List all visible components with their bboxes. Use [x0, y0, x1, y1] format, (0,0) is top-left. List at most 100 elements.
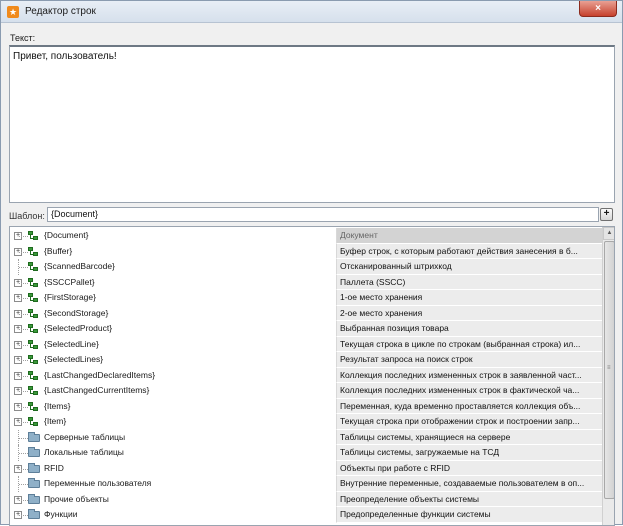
- tree-row-name-cell[interactable]: + {LastChangedDeclaredItems}: [10, 368, 335, 384]
- tree-row-name-cell[interactable]: + RFID: [10, 461, 335, 477]
- tree-row[interactable]: Локальные таблицы Таблицы системы, загруж…: [10, 445, 602, 461]
- tree-row-description: Коллекция последних измененных строк в ф…: [336, 383, 602, 399]
- tree-row-name-cell[interactable]: + Функции: [10, 507, 335, 523]
- tree-row-label: {Items}: [44, 400, 71, 411]
- tree-row-description: Паллета (SSCC): [336, 274, 602, 290]
- tree-row-description: Отсканированный штрихкод: [336, 259, 602, 275]
- string-editor-window: ★ Редактор строк × Текст: Привет, пользо…: [0, 0, 623, 526]
- tree-row-name-cell[interactable]: + {Item}: [10, 414, 335, 430]
- tree-row-description: Буфер строк, с которым работают действия…: [336, 243, 602, 259]
- template-input[interactable]: {Document}: [47, 207, 599, 222]
- scroll-up-arrow-icon[interactable]: ▲: [603, 227, 614, 240]
- tree-row-description: Результат запроса на поиск строк: [336, 352, 602, 368]
- tree-row-description: Преопределение объекты системы: [336, 491, 602, 507]
- tree-row-description: Текущая строка при отображении строк и п…: [336, 414, 602, 430]
- tree-row-name-cell[interactable]: + {FirstStorage}: [10, 290, 335, 306]
- tree-row[interactable]: + {Buffer} Буфер строк, с которым работают…: [10, 243, 602, 260]
- folder-icon: [28, 478, 40, 488]
- template-add-button[interactable]: +: [600, 208, 613, 221]
- tree-row-name-cell[interactable]: + {LastChangedCurrentItems}: [10, 383, 335, 399]
- tree-connector-branch: [19, 437, 28, 439]
- tree-row-description: Текущая строка в цикле по строкам (выбра…: [336, 336, 602, 352]
- tree-connector-branch: [19, 499, 28, 501]
- tree-connector-branch: [19, 406, 28, 408]
- tree-row[interactable]: + Функции Предопределенные функции системы: [10, 507, 602, 523]
- tree-row[interactable]: + {SelectedLines} Результат запроса на пои…: [10, 352, 602, 368]
- template-label: Шаблон:: [9, 211, 45, 221]
- tree-row[interactable]: + {Item} Текущая строка при отображении ст…: [10, 414, 602, 430]
- object-node-icon: [28, 401, 39, 411]
- tree-row[interactable]: + {Document} Документ: [10, 228, 602, 244]
- tree-connector-branch: [19, 453, 28, 454]
- tree-row-label: {LastChangedCurrentItems}: [44, 385, 150, 395]
- tree-row[interactable]: + RFID Объекты при работе с RFID: [10, 460, 602, 477]
- folder-icon: [28, 431, 40, 442]
- tree-connector-branch: [19, 468, 28, 470]
- tree-connector-branch: [19, 282, 28, 284]
- close-button[interactable]: ×: [579, 1, 617, 17]
- object-node-icon: [28, 370, 39, 380]
- scrollbar-thumb[interactable]: ≡: [604, 241, 614, 499]
- tree-row-name-cell[interactable]: + {Document}: [10, 228, 335, 244]
- tree-row-name-cell[interactable]: + {SelectedLines}: [10, 352, 335, 368]
- tree-row-description: 1-ое место хранения: [336, 290, 602, 306]
- tree-row[interactable]: + {SSCCPallet} Паллета (SSCC): [10, 274, 602, 291]
- tree-row-description: Коллекция последних измененных строк в з…: [336, 367, 602, 383]
- object-node-icon: [28, 386, 39, 395]
- tree-row-name-cell[interactable]: + {SecondStorage}: [10, 306, 335, 322]
- object-node-icon: [28, 262, 39, 271]
- object-node-icon: [28, 355, 39, 364]
- object-node-icon: [28, 246, 39, 256]
- tree-row-label: {SelectedProduct}: [44, 323, 113, 333]
- tree-row-name-cell[interactable]: + {Buffer}: [10, 244, 335, 260]
- tree-row-name-cell[interactable]: + {SelectedLine}: [10, 337, 335, 353]
- star-icon: ★: [7, 6, 19, 18]
- text-editor[interactable]: Привет, пользователь!: [9, 45, 615, 203]
- vertical-scrollbar[interactable]: ▲ ≡: [602, 227, 614, 525]
- tree-row-description: Документ: [336, 228, 602, 244]
- tree-row-description: Объекты при работе с RFID: [336, 460, 602, 476]
- tree-row-name-cell[interactable]: Серверные таблицы: [10, 429, 335, 445]
- tree-row-name-cell[interactable]: Переменные пользователя: [10, 476, 335, 492]
- tree-row[interactable]: + {Items} Переменная, куда временно проста…: [10, 398, 602, 415]
- tree-row[interactable]: + {SelectedLine} Текущая строка в цикле по…: [10, 336, 602, 353]
- folder-icon: [28, 447, 40, 457]
- tree-row-name-cell[interactable]: + {SelectedProduct}: [10, 321, 335, 337]
- tree-row-label: {Buffer}: [44, 245, 73, 256]
- tree-row[interactable]: + {SecondStorage} 2-ое место хранения: [10, 305, 602, 322]
- tree-connector-branch: [19, 313, 28, 315]
- tree-row-label: Серверные таблицы: [44, 431, 126, 442]
- tree-row-name-cell[interactable]: + {Items}: [10, 399, 335, 415]
- tree-row-name-cell[interactable]: + Прочие объекты: [10, 492, 335, 508]
- tree-row-name-cell[interactable]: {ScannedBarcode}: [10, 259, 335, 275]
- tree-row[interactable]: + {SelectedProduct} Выбранная позиция това…: [10, 321, 602, 337]
- tree-row[interactable]: + Прочие объекты Преопределение объекты си…: [10, 491, 602, 508]
- tree-row-label: {FirstStorage}: [44, 292, 96, 302]
- tree-connector-branch: [19, 344, 28, 346]
- tree-row-label: {SelectedLines}: [44, 354, 104, 364]
- tree-row-label: {Item}: [44, 416, 67, 426]
- tree-connector-branch: [19, 360, 28, 361]
- tree-row-name-cell[interactable]: + {SSCCPallet}: [10, 275, 335, 291]
- title-bar[interactable]: ★ Редактор строк ×: [1, 1, 622, 23]
- tree-row[interactable]: + {LastChangedCurrentItems} Коллекция посл…: [10, 383, 602, 399]
- grip-icon: ≡: [607, 365, 611, 371]
- tree-row[interactable]: Серверные таблицы Таблицы системы, хранящ…: [10, 429, 602, 445]
- tree-row-description: Предопределенные функции системы: [336, 507, 602, 523]
- tree-row-label: Переменные пользователя: [44, 478, 152, 488]
- tree-row[interactable]: {ScannedBarcode} Отсканированный штрихкод: [10, 259, 602, 275]
- tree-row[interactable]: Переменные пользователя Внутренние переме…: [10, 476, 602, 492]
- tree-row-name-cell[interactable]: Локальные таблицы: [10, 445, 335, 461]
- tree-row-label: {LastChangedDeclaredItems}: [44, 369, 156, 380]
- tree-row[interactable]: + {FirstStorage} 1-ое место хранения: [10, 290, 602, 306]
- object-node-icon: [28, 417, 39, 426]
- tree-row[interactable]: + {LastChangedDeclaredItems} Коллекция пос…: [10, 367, 602, 384]
- text-label: Текст:: [10, 33, 36, 43]
- tree-connector-branch: [19, 267, 28, 268]
- folder-icon: [28, 493, 40, 504]
- tree-connector-branch: [19, 298, 28, 299]
- tree-row-description: Таблицы системы, хранящиеся на сервере: [336, 429, 602, 445]
- object-tree[interactable]: + {Document} Документ + {Buffer} Буфер строк,…: [9, 226, 615, 526]
- folder-icon: [28, 462, 40, 473]
- tree-connector-branch: [19, 515, 28, 516]
